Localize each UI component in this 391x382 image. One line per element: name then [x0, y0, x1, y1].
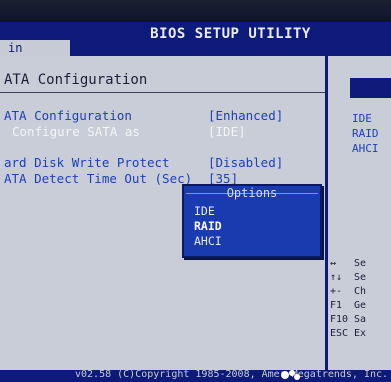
- watermark-icon: [281, 370, 300, 380]
- key-desc: Se: [354, 258, 367, 269]
- panel-title: ATA Configuration: [4, 72, 148, 88]
- option-hdd-write-protect-value[interactable]: [Disabled]: [208, 155, 283, 170]
- option-configure-sata-label[interactable]: Configure SATA as: [12, 124, 140, 139]
- menu-tab-main[interactable]: in: [0, 40, 70, 56]
- option-configure-sata-value[interactable]: [IDE]: [208, 124, 246, 139]
- option-hdd-write-protect-label[interactable]: ard Disk Write Protect: [4, 155, 170, 170]
- key-desc: Ex: [354, 328, 367, 339]
- key-hint-select-screen: ↔ Se: [330, 258, 390, 269]
- help-line-ide: IDE: [352, 112, 372, 125]
- help-panel-header: [350, 78, 391, 98]
- key-hint-change: +- Ch: [330, 286, 390, 297]
- key-desc: Se: [354, 272, 367, 283]
- key-hint-help: F1 Ge: [330, 300, 390, 311]
- key-esc: ESC: [330, 328, 349, 339]
- popup-item-raid[interactable]: RAID: [194, 219, 222, 233]
- option-detect-timeout-label[interactable]: ATA Detect Time Out (Sec): [4, 171, 192, 186]
- option-ata-configuration-value[interactable]: [Enhanced]: [208, 108, 283, 123]
- key-hint-save: F10 Sa: [330, 314, 390, 325]
- popup-title: Options: [226, 186, 278, 200]
- divider: [0, 92, 325, 93]
- key-desc: Ge: [354, 300, 367, 311]
- popup-item-ahci[interactable]: AHCI: [194, 234, 222, 248]
- key-desc: Ch: [354, 286, 367, 297]
- key-arrows-lr: ↔: [330, 258, 337, 269]
- help-line-ahci: AHCI: [352, 142, 379, 155]
- copyright-text: v02.58 (C)Copyright 1985-2008, Amer Mega…: [75, 369, 389, 380]
- key-plus-minus: +-: [330, 286, 343, 297]
- options-popup[interactable]: Options IDE RAID AHCI: [182, 184, 322, 258]
- key-desc: Sa: [354, 314, 367, 325]
- key-f10: F10: [330, 314, 349, 325]
- monitor-bezel: [0, 0, 391, 22]
- key-f1: F1: [330, 300, 343, 311]
- key-hint-select-item: ↑↓ Se: [330, 272, 390, 283]
- key-hint-exit: ESC Ex: [330, 328, 390, 339]
- option-ata-configuration-label[interactable]: ATA Configuration: [4, 108, 132, 123]
- popup-item-ide[interactable]: IDE: [194, 204, 215, 218]
- help-line-raid: RAID: [352, 127, 379, 140]
- key-arrows-ud: ↑↓: [330, 272, 343, 283]
- bios-screen: BIOS SETUP UTILITY in ATA Configuration …: [0, 0, 391, 382]
